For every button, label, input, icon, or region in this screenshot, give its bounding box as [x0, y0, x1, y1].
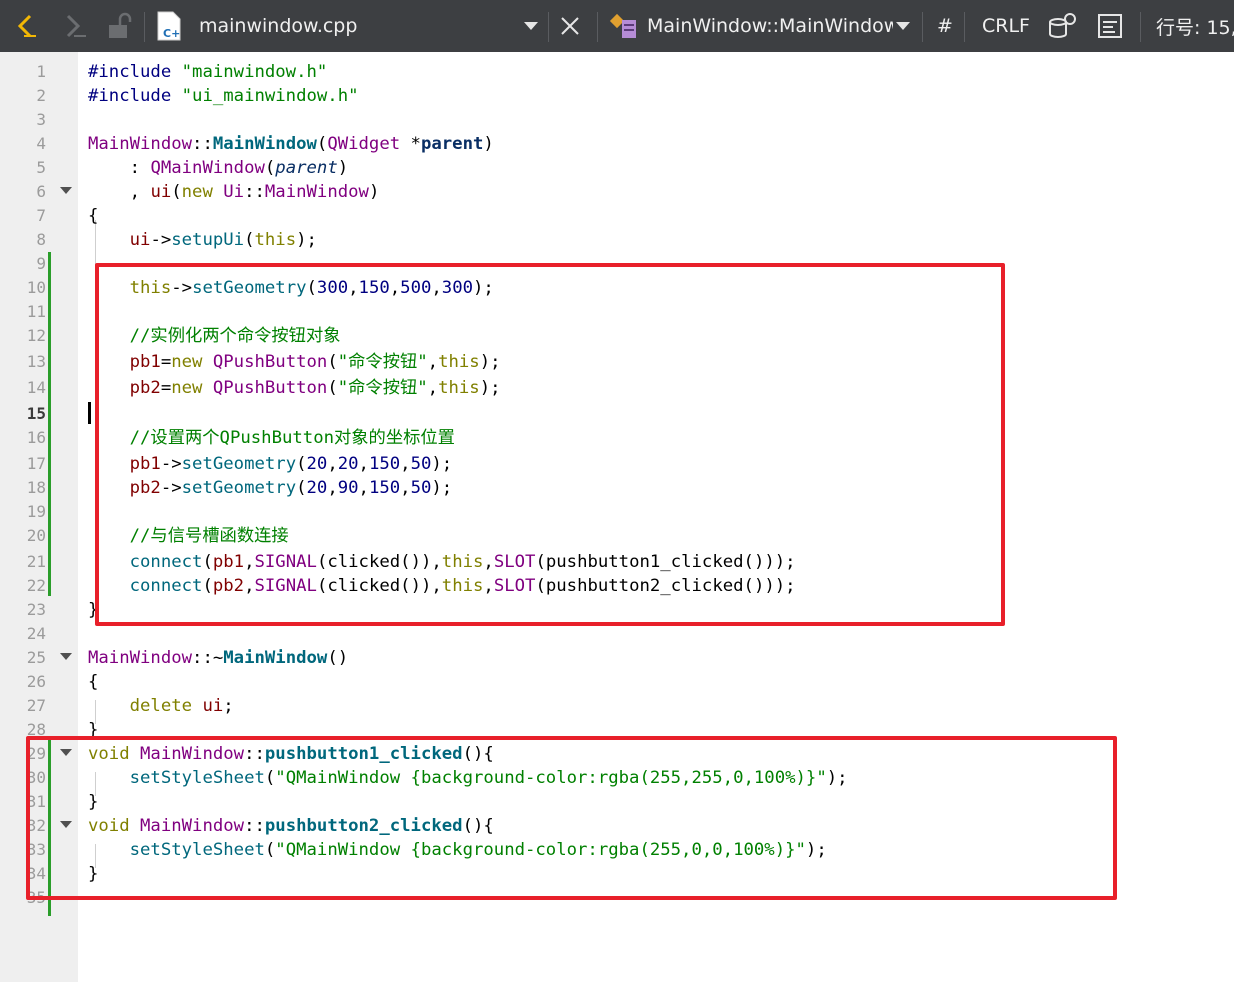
line-number: 13	[26, 352, 46, 371]
fold-arrow-icon[interactable]	[60, 187, 72, 194]
line-number: 12	[26, 326, 46, 345]
text-cursor	[88, 402, 91, 424]
line-number: 7	[36, 206, 46, 225]
dropdown-arrow-icon	[524, 22, 538, 30]
code-line-8: ui->setupUi(this);	[129, 230, 317, 250]
editor-toolbar: C+ mainwindow.cpp MainWindow::MainWindow…	[0, 0, 1234, 52]
line-number: 20	[26, 526, 46, 545]
file-selector[interactable]: mainwindow.cpp	[199, 0, 357, 52]
dropdown-arrow-icon	[896, 22, 910, 30]
line-number: 24	[26, 624, 46, 643]
cursor-position-label: 行号: 15,	[1156, 16, 1234, 39]
code-line-27: delete ui;	[129, 696, 234, 716]
function-name: MainWindow::MainWindow(	[647, 15, 893, 37]
line-number: 5	[36, 158, 46, 177]
document-lines-icon	[1098, 14, 1122, 38]
forward-button[interactable]	[58, 0, 94, 52]
lock-button[interactable]	[106, 0, 136, 52]
split-button[interactable]	[1046, 0, 1082, 52]
outline-button[interactable]	[1096, 0, 1128, 52]
code-line-25: MainWindow::~MainWindow()	[88, 648, 349, 668]
highlight-box-constructor	[95, 263, 1005, 626]
line-number: 8	[36, 230, 46, 249]
line-ending-button[interactable]: CRLF	[982, 0, 1030, 52]
close-file-button[interactable]	[558, 0, 586, 52]
line-number: 22	[26, 576, 46, 595]
line-number: 4	[36, 134, 46, 153]
close-icon	[561, 17, 579, 35]
class-symbol-icon	[609, 13, 636, 38]
line-number: 27	[26, 696, 46, 715]
highlight-box-slots	[26, 736, 1117, 900]
code-line-4: MainWindow::MainWindow(QWidget *parent)	[88, 134, 494, 154]
line-number: 10	[26, 278, 46, 297]
line-ending-label: CRLF	[982, 15, 1030, 37]
line-number: 2	[36, 86, 46, 105]
line-number: 15	[26, 404, 46, 423]
symbol-icon-wrap	[608, 0, 642, 52]
code-line-26: {	[88, 672, 99, 692]
chevron-right-icon	[66, 14, 86, 38]
fold-arrow-icon[interactable]	[60, 653, 72, 660]
code-line-6: , ui(new Ui::MainWindow)	[88, 182, 380, 202]
cursor-position[interactable]: 行号: 15,	[1156, 0, 1234, 52]
hash-button[interactable]: #	[937, 0, 953, 52]
change-marker	[48, 252, 51, 596]
code-line-2: #include "ui_mainwindow.h"	[88, 86, 359, 106]
code-line-7: {	[88, 206, 99, 226]
code-line-5: : QMainWindow(parent)	[88, 158, 349, 178]
cpp-file-icon: C+	[157, 11, 181, 41]
line-number: 25	[26, 648, 46, 667]
back-button[interactable]	[10, 0, 46, 52]
database-settings-icon	[1049, 13, 1076, 38]
line-number: 9	[36, 254, 46, 273]
svg-text:C+: C+	[163, 27, 180, 40]
line-number: 17	[26, 454, 46, 473]
line-number: 11	[26, 302, 46, 321]
file-name: mainwindow.cpp	[199, 15, 358, 37]
symbol-dropdown-button[interactable]	[894, 0, 914, 52]
line-number: 16	[26, 428, 46, 447]
symbol-selector[interactable]: MainWindow::MainWindow(	[647, 0, 893, 52]
line-number: 26	[26, 672, 46, 691]
line-number: 18	[26, 478, 46, 497]
line-number: 14	[26, 378, 46, 397]
cpp-file-icon-wrap: C+	[156, 0, 186, 52]
line-number: 19	[26, 502, 46, 521]
code-line-1: #include "mainwindow.h"	[88, 62, 328, 82]
chevron-left-icon	[17, 14, 36, 38]
line-number: 21	[26, 552, 46, 571]
unlock-icon	[109, 12, 132, 38]
hash-label: #	[937, 15, 953, 37]
line-number: 23	[26, 600, 46, 619]
line-number: 1	[36, 62, 46, 81]
line-number: 6	[36, 182, 46, 201]
file-dropdown-button[interactable]	[522, 0, 542, 52]
line-number: 3	[36, 110, 46, 129]
